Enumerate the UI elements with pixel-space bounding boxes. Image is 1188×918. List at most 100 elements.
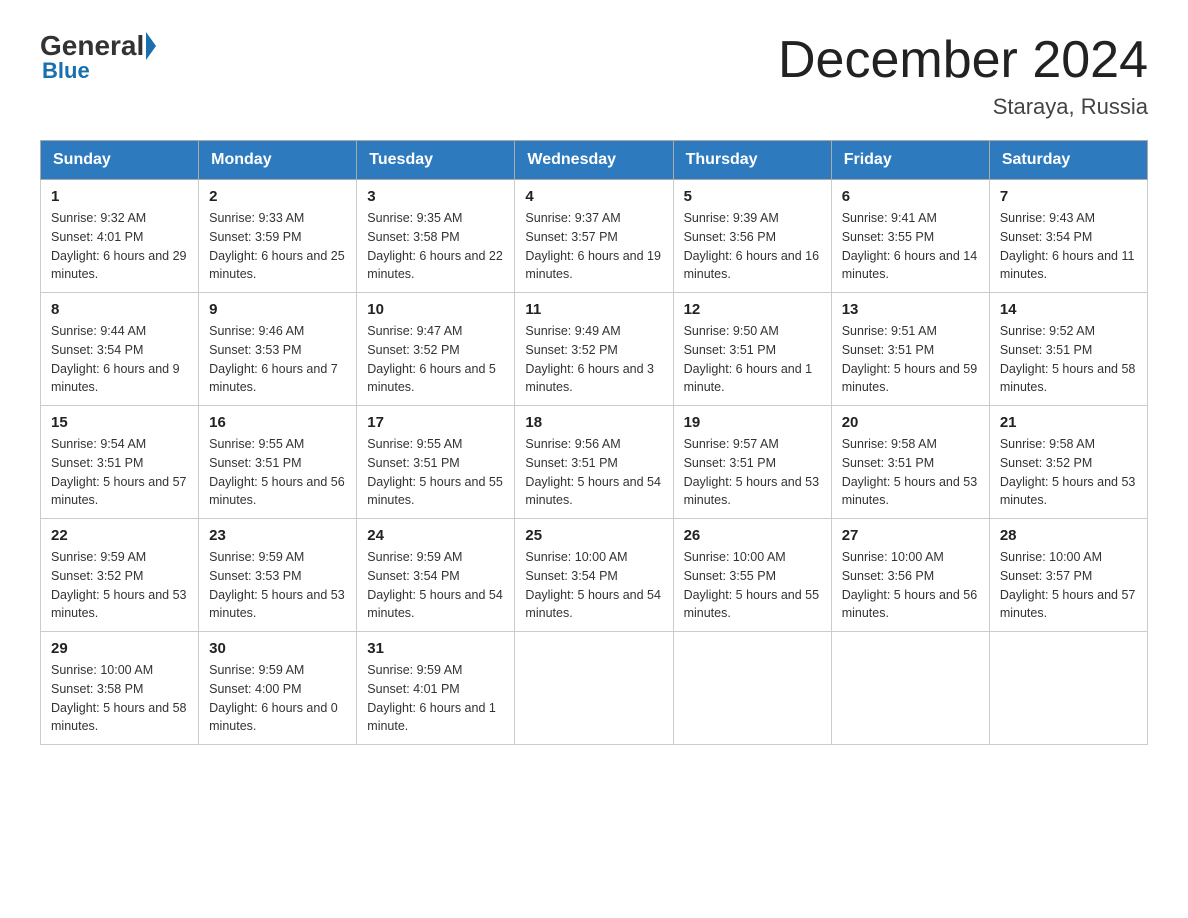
- day-number: 21: [1000, 414, 1137, 431]
- day-info: Sunrise: 9:51 AM Sunset: 3:51 PM Dayligh…: [842, 322, 979, 397]
- calendar-table: Sunday Monday Tuesday Wednesday Thursday…: [40, 140, 1148, 745]
- table-row: 23 Sunrise: 9:59 AM Sunset: 3:53 PM Dayl…: [199, 519, 357, 632]
- table-row: [989, 632, 1147, 745]
- table-row: 27 Sunrise: 10:00 AM Sunset: 3:56 PM Day…: [831, 519, 989, 632]
- day-number: 28: [1000, 527, 1137, 544]
- day-number: 11: [525, 301, 662, 318]
- table-row: [515, 632, 673, 745]
- calendar-week-row: 22 Sunrise: 9:59 AM Sunset: 3:52 PM Dayl…: [41, 519, 1148, 632]
- day-info: Sunrise: 9:58 AM Sunset: 3:52 PM Dayligh…: [1000, 435, 1137, 510]
- table-row: 16 Sunrise: 9:55 AM Sunset: 3:51 PM Dayl…: [199, 406, 357, 519]
- day-info: Sunrise: 9:56 AM Sunset: 3:51 PM Dayligh…: [525, 435, 662, 510]
- day-info: Sunrise: 9:55 AM Sunset: 3:51 PM Dayligh…: [367, 435, 504, 510]
- logo-arrow-icon: [146, 32, 156, 60]
- calendar-week-row: 15 Sunrise: 9:54 AM Sunset: 3:51 PM Dayl…: [41, 406, 1148, 519]
- table-row: 21 Sunrise: 9:58 AM Sunset: 3:52 PM Dayl…: [989, 406, 1147, 519]
- table-row: 7 Sunrise: 9:43 AM Sunset: 3:54 PM Dayli…: [989, 180, 1147, 293]
- table-row: 8 Sunrise: 9:44 AM Sunset: 3:54 PM Dayli…: [41, 293, 199, 406]
- day-info: Sunrise: 9:55 AM Sunset: 3:51 PM Dayligh…: [209, 435, 346, 510]
- table-row: 2 Sunrise: 9:33 AM Sunset: 3:59 PM Dayli…: [199, 180, 357, 293]
- table-row: 24 Sunrise: 9:59 AM Sunset: 3:54 PM Dayl…: [357, 519, 515, 632]
- table-row: 3 Sunrise: 9:35 AM Sunset: 3:58 PM Dayli…: [357, 180, 515, 293]
- table-row: 1 Sunrise: 9:32 AM Sunset: 4:01 PM Dayli…: [41, 180, 199, 293]
- day-number: 22: [51, 527, 188, 544]
- table-row: 10 Sunrise: 9:47 AM Sunset: 3:52 PM Dayl…: [357, 293, 515, 406]
- day-info: Sunrise: 9:43 AM Sunset: 3:54 PM Dayligh…: [1000, 209, 1137, 284]
- day-info: Sunrise: 9:37 AM Sunset: 3:57 PM Dayligh…: [525, 209, 662, 284]
- table-row: 19 Sunrise: 9:57 AM Sunset: 3:51 PM Dayl…: [673, 406, 831, 519]
- day-number: 29: [51, 640, 188, 657]
- month-title: December 2024: [778, 30, 1148, 90]
- day-number: 12: [684, 301, 821, 318]
- table-row: 13 Sunrise: 9:51 AM Sunset: 3:51 PM Dayl…: [831, 293, 989, 406]
- table-row: 26 Sunrise: 10:00 AM Sunset: 3:55 PM Day…: [673, 519, 831, 632]
- day-number: 9: [209, 301, 346, 318]
- table-row: 28 Sunrise: 10:00 AM Sunset: 3:57 PM Day…: [989, 519, 1147, 632]
- day-info: Sunrise: 9:54 AM Sunset: 3:51 PM Dayligh…: [51, 435, 188, 510]
- table-row: 29 Sunrise: 10:00 AM Sunset: 3:58 PM Day…: [41, 632, 199, 745]
- day-info: Sunrise: 9:49 AM Sunset: 3:52 PM Dayligh…: [525, 322, 662, 397]
- day-number: 17: [367, 414, 504, 431]
- header-sunday: Sunday: [41, 141, 199, 180]
- day-info: Sunrise: 9:32 AM Sunset: 4:01 PM Dayligh…: [51, 209, 188, 284]
- page-header: General Blue December 2024 Staraya, Russ…: [40, 30, 1148, 120]
- table-row: 20 Sunrise: 9:58 AM Sunset: 3:51 PM Dayl…: [831, 406, 989, 519]
- day-number: 10: [367, 301, 504, 318]
- table-row: [673, 632, 831, 745]
- day-info: Sunrise: 9:59 AM Sunset: 3:54 PM Dayligh…: [367, 548, 504, 623]
- day-number: 1: [51, 188, 188, 205]
- day-number: 3: [367, 188, 504, 205]
- day-number: 23: [209, 527, 346, 544]
- table-row: 31 Sunrise: 9:59 AM Sunset: 4:01 PM Dayl…: [357, 632, 515, 745]
- header-thursday: Thursday: [673, 141, 831, 180]
- day-number: 2: [209, 188, 346, 205]
- day-number: 7: [1000, 188, 1137, 205]
- day-number: 5: [684, 188, 821, 205]
- table-row: 9 Sunrise: 9:46 AM Sunset: 3:53 PM Dayli…: [199, 293, 357, 406]
- day-info: Sunrise: 9:58 AM Sunset: 3:51 PM Dayligh…: [842, 435, 979, 510]
- day-number: 19: [684, 414, 821, 431]
- day-number: 20: [842, 414, 979, 431]
- header-monday: Monday: [199, 141, 357, 180]
- table-row: 22 Sunrise: 9:59 AM Sunset: 3:52 PM Dayl…: [41, 519, 199, 632]
- day-info: Sunrise: 9:50 AM Sunset: 3:51 PM Dayligh…: [684, 322, 821, 397]
- day-info: Sunrise: 10:00 AM Sunset: 3:58 PM Daylig…: [51, 661, 188, 736]
- day-number: 31: [367, 640, 504, 657]
- header-saturday: Saturday: [989, 141, 1147, 180]
- logo-blue-text: Blue: [42, 58, 90, 84]
- day-number: 27: [842, 527, 979, 544]
- table-row: 30 Sunrise: 9:59 AM Sunset: 4:00 PM Dayl…: [199, 632, 357, 745]
- logo: General Blue: [40, 30, 158, 84]
- day-info: Sunrise: 9:47 AM Sunset: 3:52 PM Dayligh…: [367, 322, 504, 397]
- day-info: Sunrise: 9:46 AM Sunset: 3:53 PM Dayligh…: [209, 322, 346, 397]
- day-info: Sunrise: 10:00 AM Sunset: 3:54 PM Daylig…: [525, 548, 662, 623]
- day-number: 24: [367, 527, 504, 544]
- table-row: 5 Sunrise: 9:39 AM Sunset: 3:56 PM Dayli…: [673, 180, 831, 293]
- header-friday: Friday: [831, 141, 989, 180]
- table-row: 11 Sunrise: 9:49 AM Sunset: 3:52 PM Dayl…: [515, 293, 673, 406]
- day-number: 26: [684, 527, 821, 544]
- table-row: 6 Sunrise: 9:41 AM Sunset: 3:55 PM Dayli…: [831, 180, 989, 293]
- day-number: 4: [525, 188, 662, 205]
- table-row: 25 Sunrise: 10:00 AM Sunset: 3:54 PM Day…: [515, 519, 673, 632]
- calendar-week-row: 8 Sunrise: 9:44 AM Sunset: 3:54 PM Dayli…: [41, 293, 1148, 406]
- day-info: Sunrise: 9:52 AM Sunset: 3:51 PM Dayligh…: [1000, 322, 1137, 397]
- day-info: Sunrise: 9:59 AM Sunset: 3:53 PM Dayligh…: [209, 548, 346, 623]
- title-area: December 2024 Staraya, Russia: [778, 30, 1148, 120]
- location: Staraya, Russia: [778, 94, 1148, 120]
- day-number: 13: [842, 301, 979, 318]
- day-info: Sunrise: 9:41 AM Sunset: 3:55 PM Dayligh…: [842, 209, 979, 284]
- day-number: 18: [525, 414, 662, 431]
- header-wednesday: Wednesday: [515, 141, 673, 180]
- day-number: 25: [525, 527, 662, 544]
- day-info: Sunrise: 9:59 AM Sunset: 4:01 PM Dayligh…: [367, 661, 504, 736]
- table-row: [831, 632, 989, 745]
- calendar-week-row: 1 Sunrise: 9:32 AM Sunset: 4:01 PM Dayli…: [41, 180, 1148, 293]
- table-row: 4 Sunrise: 9:37 AM Sunset: 3:57 PM Dayli…: [515, 180, 673, 293]
- day-number: 14: [1000, 301, 1137, 318]
- day-info: Sunrise: 10:00 AM Sunset: 3:55 PM Daylig…: [684, 548, 821, 623]
- day-info: Sunrise: 10:00 AM Sunset: 3:56 PM Daylig…: [842, 548, 979, 623]
- day-info: Sunrise: 9:59 AM Sunset: 3:52 PM Dayligh…: [51, 548, 188, 623]
- day-info: Sunrise: 9:33 AM Sunset: 3:59 PM Dayligh…: [209, 209, 346, 284]
- day-info: Sunrise: 10:00 AM Sunset: 3:57 PM Daylig…: [1000, 548, 1137, 623]
